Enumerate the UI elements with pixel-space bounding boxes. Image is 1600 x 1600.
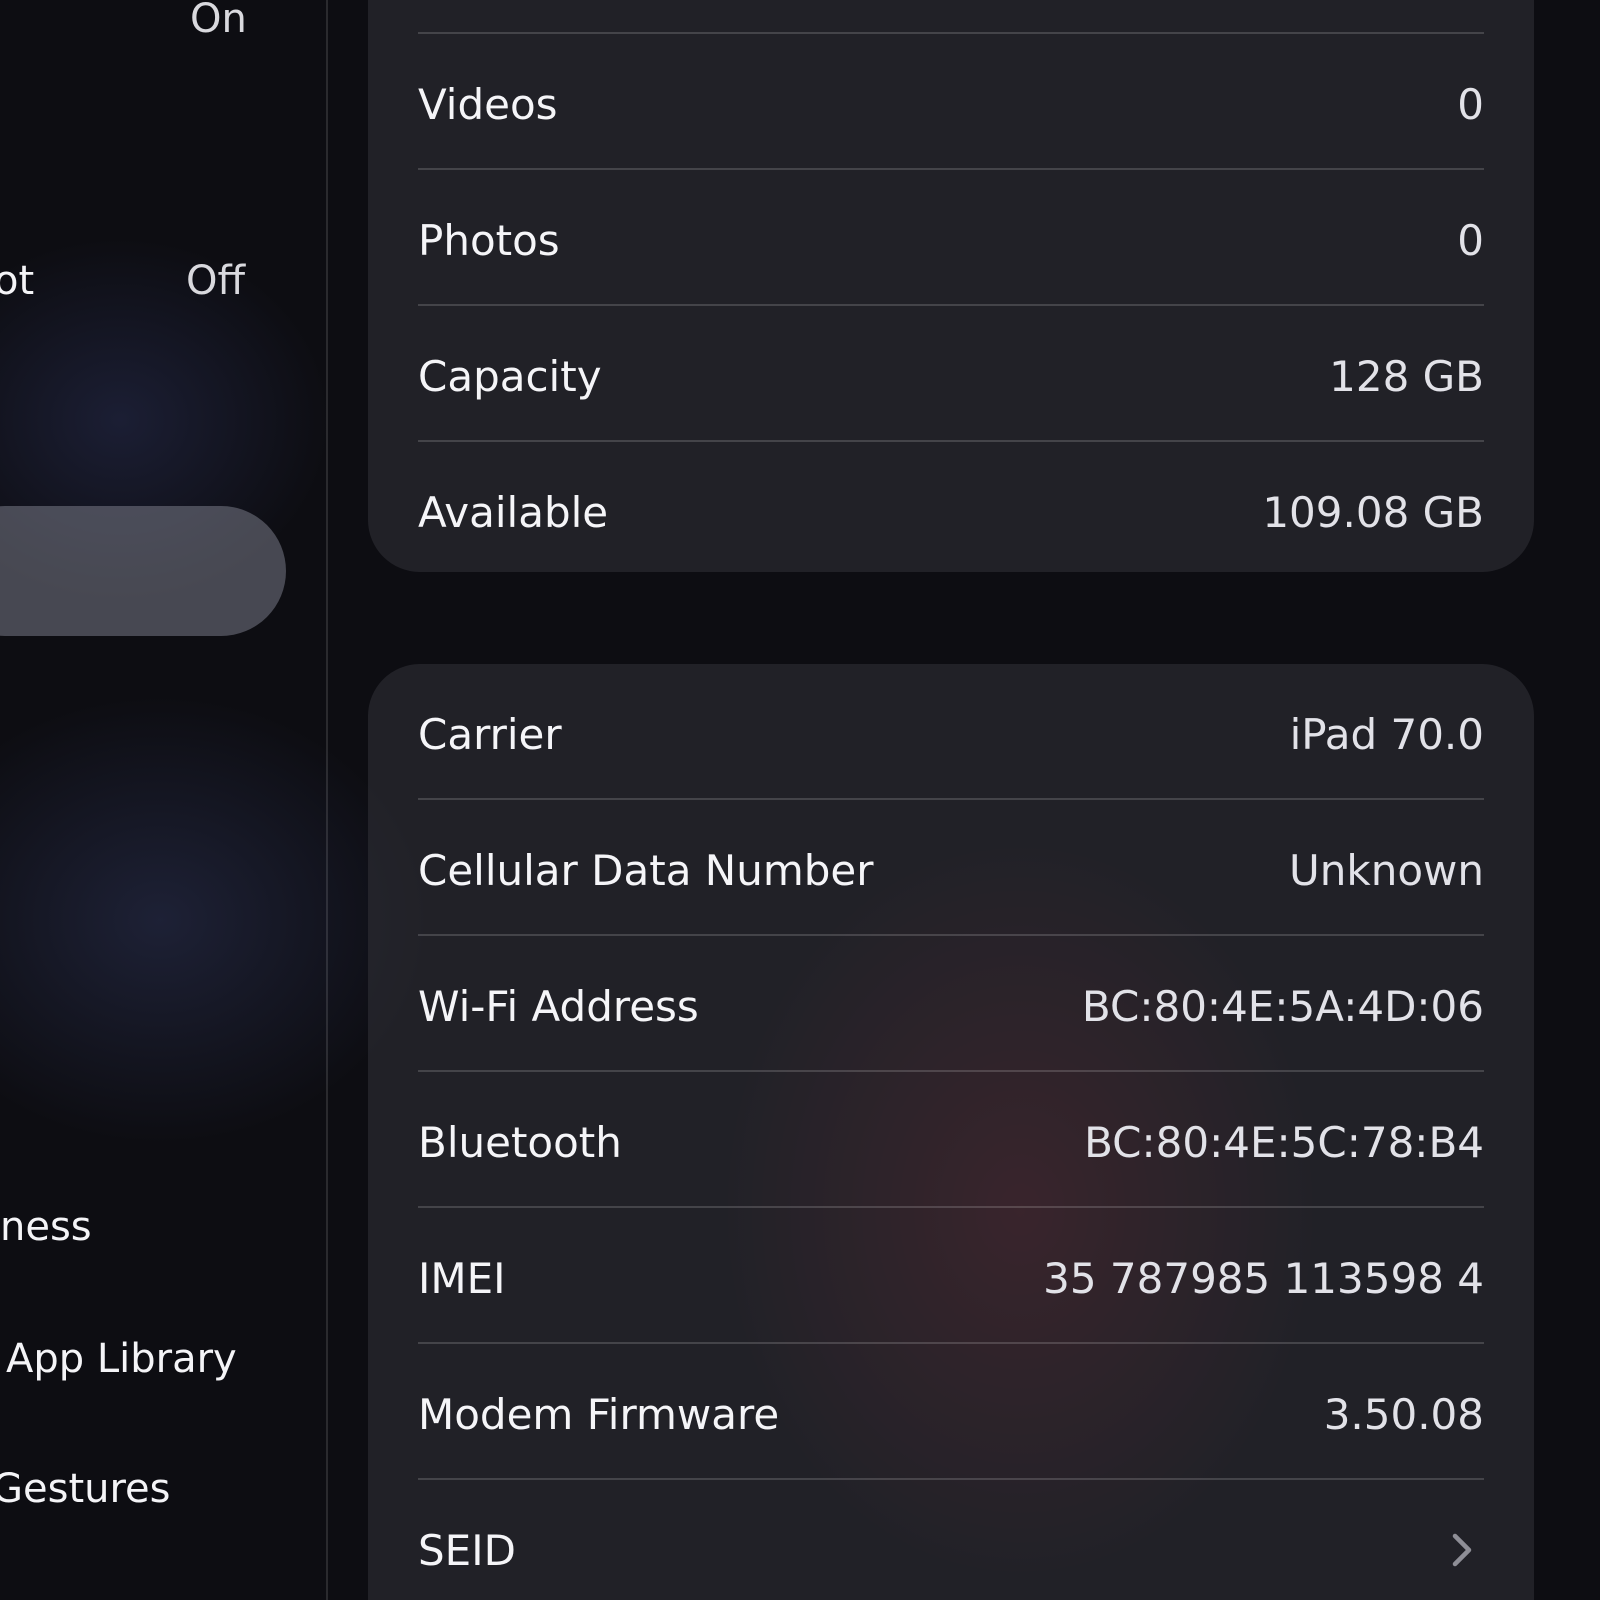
row-label: SEID xyxy=(418,1526,516,1575)
storage-info-card: Videos 0 Photos 0 Capacity 128 GB Availa… xyxy=(368,0,1534,572)
row-label: Carrier xyxy=(418,710,562,759)
chevron-right-icon xyxy=(1452,1533,1472,1567)
row-label: IMEI xyxy=(418,1254,506,1303)
sidebar-item-label: ot xyxy=(0,258,35,304)
row-value: BC:80:4E:5A:4D:06 xyxy=(1081,982,1484,1031)
row-label: Photos xyxy=(418,216,560,265)
row-label: Videos xyxy=(418,80,558,129)
row-value: 128 GB xyxy=(1329,352,1484,401)
network-row-carrier: Carrier iPad 70.0 xyxy=(418,664,1484,800)
sidebar-item-value-on: On xyxy=(190,0,247,42)
storage-row-available: Available 109.08 GB xyxy=(418,442,1484,572)
row-label: Available xyxy=(418,488,609,537)
network-row-seid[interactable]: SEID xyxy=(418,1480,1484,1600)
row-value: 0 xyxy=(1457,80,1484,129)
row-value: Unknown xyxy=(1289,846,1484,895)
row-label: Capacity xyxy=(418,352,602,401)
row-value: iPad 70.0 xyxy=(1289,710,1484,759)
storage-row-photos: Photos 0 xyxy=(418,170,1484,306)
sidebar: On ot Off ness App Library Gestures xyxy=(0,0,328,1600)
sidebar-item-value-off: Off xyxy=(186,258,246,304)
row-value: 0 xyxy=(1457,216,1484,265)
storage-row-videos: Videos 0 xyxy=(418,34,1484,170)
row-label: Bluetooth xyxy=(418,1118,622,1167)
row-label: Modem Firmware xyxy=(418,1390,780,1439)
sidebar-item-selected[interactable] xyxy=(0,506,286,636)
table-row xyxy=(418,0,1484,34)
row-label: Wi-Fi Address xyxy=(418,982,699,1031)
row-value: 35 787985 113598 4 xyxy=(1043,1254,1484,1303)
sidebar-item-gestures[interactable]: Gestures xyxy=(0,1466,171,1512)
network-row-wifi-address: Wi-Fi Address BC:80:4E:5A:4D:06 xyxy=(418,936,1484,1072)
sidebar-item-app-library[interactable]: App Library xyxy=(6,1336,237,1382)
network-row-cellular-data-number: Cellular Data Number Unknown xyxy=(418,800,1484,936)
network-info-card: Carrier iPad 70.0 Cellular Data Number U… xyxy=(368,664,1534,1600)
network-row-modem-firmware: Modem Firmware 3.50.08 xyxy=(418,1344,1484,1480)
sidebar-item-brightness[interactable]: ness xyxy=(0,1204,92,1250)
network-row-bluetooth: Bluetooth BC:80:4E:5C:78:B4 xyxy=(418,1072,1484,1208)
row-label: Cellular Data Number xyxy=(418,846,874,895)
settings-screen: On ot Off ness App Library Gestures Vide… xyxy=(0,0,1600,1600)
row-value: 3.50.08 xyxy=(1323,1390,1484,1439)
storage-row-capacity: Capacity 128 GB xyxy=(418,306,1484,442)
row-value: BC:80:4E:5C:78:B4 xyxy=(1084,1118,1484,1167)
network-row-imei: IMEI 35 787985 113598 4 xyxy=(418,1208,1484,1344)
row-value: 109.08 GB xyxy=(1262,488,1484,537)
